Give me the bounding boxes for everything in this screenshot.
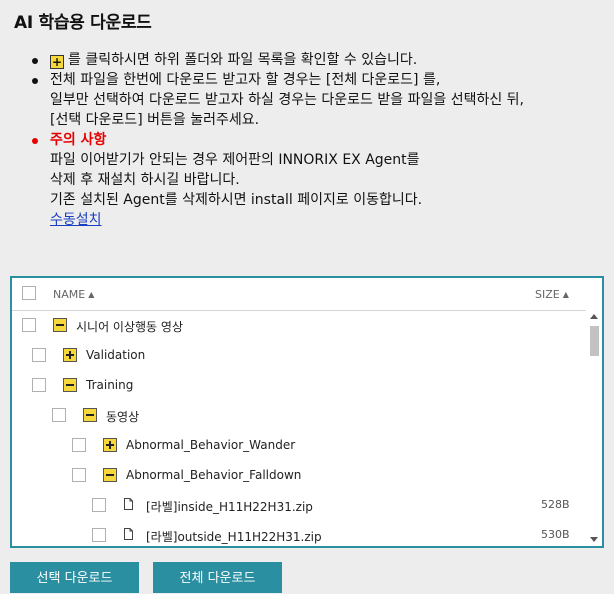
sort-up-icon: ▲ (562, 290, 569, 299)
row-label: [라벨]outside_H11H22H31.zip (146, 530, 322, 544)
expand-icon[interactable] (103, 438, 117, 452)
instructions-list: + 를 클릭하시면 하위 폴더와 파일 목록을 확인할 수 있습니다. 전체 파일… (32, 50, 607, 230)
row-checkbox[interactable] (72, 438, 86, 452)
row-checkbox[interactable] (72, 468, 86, 482)
collapse-icon[interactable] (83, 408, 97, 422)
scroll-down-icon[interactable] (590, 537, 598, 542)
row-label: 시니어 이상행동 영상 (76, 320, 183, 334)
row-label: [라벨]inside_H11H22H31.zip (146, 500, 313, 514)
page-title: AI 학습용 다운로드 (14, 13, 152, 33)
file-icon (124, 528, 133, 540)
row-checkbox[interactable] (22, 318, 36, 332)
tree-row[interactable]: 동영상 (12, 400, 586, 430)
row-label: Abnormal_Behavior_Wander (126, 438, 296, 452)
instruction-item-download: 전체 파일을 한번에 다운로드 받고자 할 경우는 [전체 다운로드] 를, 일… (32, 70, 607, 130)
instruction-text: 를 클릭하시면 하위 폴더와 파일 목록을 확인할 수 있습니다. (68, 52, 418, 68)
row-label: 동영상 (106, 410, 140, 424)
size-column-header[interactable]: SIZE ▲ (535, 288, 569, 301)
tree-row[interactable]: Training (12, 370, 586, 400)
instruction-text: [선택 다운로드] 버튼을 눌러주세요. (50, 112, 260, 128)
row-label: Validation (86, 348, 146, 362)
instruction-text: 일부만 선택하여 다운로드 받고자 하실 경우는 다운로드 받을 파일을 선택하… (50, 92, 524, 108)
file-tree: NAME ▲ SIZE ▲ 시니어 이상행동 영상 Validation Train… (10, 276, 604, 548)
tree-row[interactable]: [라벨]inside_H11H22H31.zip 528B (12, 490, 586, 520)
scroll-up-icon[interactable] (590, 314, 598, 319)
row-label: Abnormal_Behavior_Falldown (126, 468, 302, 482)
collapse-icon[interactable] (103, 468, 117, 482)
tree-row[interactable]: Validation (12, 340, 586, 370)
selected-download-button[interactable]: 선택 다운로드 (10, 562, 139, 593)
plus-icon: + (50, 55, 64, 69)
tree-row[interactable]: Abnormal_Behavior_Wander (12, 430, 586, 460)
name-column-header[interactable]: NAME ▲ (53, 288, 94, 301)
row-checkbox[interactable] (92, 498, 106, 512)
file-size: 528B (541, 498, 570, 511)
row-checkbox[interactable] (32, 378, 46, 392)
expand-icon[interactable] (63, 348, 77, 362)
scroll-thumb[interactable] (590, 326, 599, 356)
tree-row[interactable]: [라벨]outside_H11H22H31.zip 530B (12, 520, 586, 546)
vertical-scrollbar[interactable] (586, 310, 602, 546)
sort-up-icon: ▲ (88, 290, 95, 299)
all-download-button[interactable]: 전체 다운로드 (153, 562, 282, 593)
row-label: Training (86, 378, 134, 392)
tree-row[interactable]: Abnormal_Behavior_Falldown (12, 460, 586, 490)
manual-install-link[interactable]: 수동설치 (50, 212, 102, 228)
warning-text: 삭제 후 재설치 하시길 바랍니다. (50, 172, 240, 188)
file-size: 530B (541, 528, 570, 541)
tree-row[interactable]: 시니어 이상행동 영상 (12, 310, 586, 340)
select-all-checkbox[interactable] (22, 286, 36, 300)
warning-text: 파일 이어받기가 안되는 경우 제어판의 INNORIX EX Agent를 (50, 152, 420, 168)
row-checkbox[interactable] (92, 528, 106, 542)
row-checkbox[interactable] (52, 408, 66, 422)
tree-header: NAME ▲ SIZE ▲ (12, 278, 602, 311)
collapse-icon[interactable] (53, 318, 67, 332)
warning-title: 주의 사항 (50, 132, 107, 148)
file-icon (124, 498, 133, 510)
row-checkbox[interactable] (32, 348, 46, 362)
instruction-item-expand: + 를 클릭하시면 하위 폴더와 파일 목록을 확인할 수 있습니다. (32, 50, 607, 70)
warning-item: 주의 사항 파일 이어받기가 안되는 경우 제어판의 INNORIX EX Ag… (32, 130, 607, 230)
warning-text: 기존 설치된 Agent를 삭제하시면 install 페이지로 이동합니다. (50, 192, 423, 208)
instruction-text: 전체 파일을 한번에 다운로드 받고자 할 경우는 [전체 다운로드] 를, (50, 72, 441, 88)
collapse-icon[interactable] (63, 378, 77, 392)
